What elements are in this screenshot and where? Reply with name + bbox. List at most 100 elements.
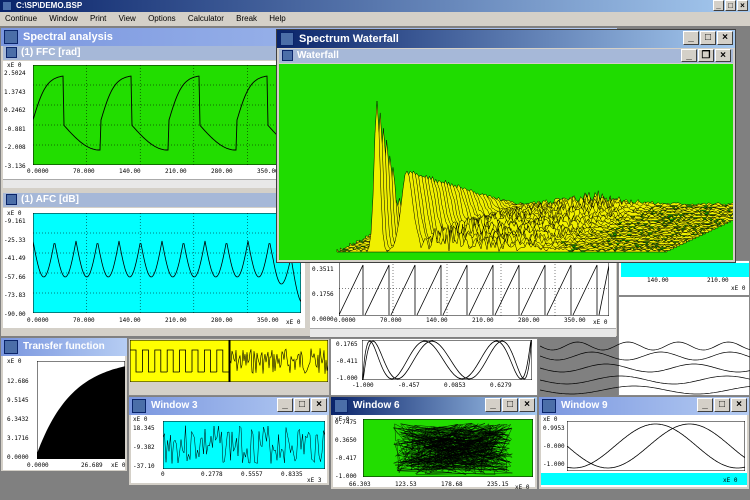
- saw-ytick: 0.1756: [312, 291, 334, 298]
- window-3-xtick: 0.5557: [241, 471, 263, 478]
- window-6-xtick: 235.15: [487, 481, 509, 488]
- saw-ytick: 0.0000: [312, 316, 334, 323]
- transfer-function-window: Transfer function xE 0 12.686 9.5145 6.343…: [0, 337, 128, 472]
- menu-bar: Continue Window Print View Options Calcu…: [0, 12, 750, 26]
- subwindow-icon: [6, 47, 17, 58]
- close-button[interactable]: ×: [715, 49, 731, 62]
- close-button[interactable]: ×: [519, 398, 535, 412]
- sine-stack-plot: [540, 341, 750, 395]
- window-3: Window 3 _ □ × xE 0 18.345 -9.382 -37.10 0…: [128, 396, 330, 486]
- close-button[interactable]: ×: [731, 398, 747, 412]
- window-9-title-bar[interactable]: Window 9 _ □ ×: [539, 397, 749, 415]
- menu-print[interactable]: Print: [85, 12, 111, 26]
- lissajous-ytick: -1.000: [336, 375, 358, 382]
- ffc-subwindow-title[interactable]: (1) FFC [rad]: [3, 46, 303, 60]
- window-6-plot: [363, 419, 533, 477]
- window-9: Window 9 _ □ × xE 0 0.9953 -0.000 -1.000 x…: [538, 396, 750, 490]
- window-icon: [334, 399, 348, 413]
- menu-break[interactable]: Break: [231, 12, 262, 26]
- minimize-button[interactable]: _: [277, 398, 293, 412]
- ffc-xtick: 0.0000: [27, 168, 49, 175]
- afc-exp: xE 0: [7, 210, 22, 217]
- app-title: C:\SP\DEMO.BSP: [16, 1, 83, 10]
- window-3-title: Window 3: [151, 400, 198, 411]
- saw-xtick: 350.00: [564, 317, 586, 324]
- window-9-exp: xE 0: [543, 416, 558, 423]
- ffc-scrollbar[interactable]: [3, 179, 303, 188]
- transfer-ytick: 9.5145: [7, 397, 29, 404]
- maximize-button[interactable]: □: [725, 0, 736, 11]
- afc-ytick: -90.00: [4, 310, 26, 318]
- spectrum-waterfall-window: Spectrum Waterfall _ □ × Waterfall _ ❐ ×: [276, 29, 736, 263]
- window-6-ytick: 0.3650: [335, 437, 357, 444]
- window-3-ytick: -9.382: [133, 444, 155, 451]
- right-top-xtick: 140.00: [647, 277, 669, 284]
- yellow-plot: [130, 340, 328, 382]
- window-icon: [4, 30, 18, 44]
- close-button[interactable]: ×: [737, 0, 748, 11]
- waterfall-subwindow-title[interactable]: Waterfall _ ❐ ×: [279, 49, 733, 63]
- lissajous-xtick: -0.457: [398, 382, 420, 389]
- ffc-xtick: 210.00: [165, 168, 187, 175]
- maximize-button[interactable]: □: [294, 398, 310, 412]
- window-9-title: Window 9: [561, 400, 608, 411]
- maximize-button[interactable]: □: [714, 398, 730, 412]
- ffc-plot: [33, 65, 301, 165]
- right-top-plot: 140.00 210.00 xE 0: [618, 260, 750, 296]
- window-9-ytick: -1.000: [543, 461, 565, 468]
- window-6-ytick: -0.417: [335, 455, 357, 462]
- restore-button[interactable]: ❐: [698, 49, 714, 62]
- ffc-ytick: 1.3743: [4, 88, 26, 96]
- minimize-button[interactable]: _: [713, 0, 724, 11]
- lissajous-ytick: -0.411: [336, 358, 358, 365]
- saw-ytick: 0.3511: [312, 266, 334, 273]
- transfer-function-title-bar[interactable]: Transfer function: [1, 338, 127, 356]
- menu-view[interactable]: View: [114, 12, 141, 26]
- minimize-button[interactable]: _: [683, 31, 699, 45]
- afc-ytick: -73.83: [4, 292, 26, 299]
- ffc-ytick: -2.008: [4, 144, 26, 151]
- minimize-button[interactable]: _: [485, 398, 501, 412]
- ffc-ytick: -0.881: [4, 125, 26, 133]
- afc-xtick: 0.0000: [27, 317, 49, 324]
- transfer-ytick: 12.686: [7, 378, 29, 385]
- window-6-ytick: -1.000: [335, 473, 357, 480]
- minimize-button[interactable]: _: [681, 49, 697, 62]
- afc-ytick: -9.161: [4, 218, 26, 225]
- window-9-plot: [567, 421, 745, 471]
- menu-help[interactable]: Help: [264, 12, 290, 26]
- ffc-ytick: -3.136: [4, 162, 26, 170]
- afc-xtick: 350.00: [257, 317, 279, 324]
- window-9-x-exp: xE 0: [723, 477, 738, 484]
- ffc-xtick: 280.00: [211, 168, 233, 175]
- menu-calculator[interactable]: Calculator: [183, 12, 229, 26]
- window-3-title-bar[interactable]: Window 3 _ □ ×: [129, 397, 329, 415]
- afc-ytick: -41.49: [4, 255, 26, 262]
- menu-window[interactable]: Window: [44, 12, 82, 26]
- transfer-plot: [37, 361, 125, 459]
- afc-plot: [33, 213, 301, 313]
- ffc-title: (1) FFC [rad]: [21, 47, 81, 58]
- afc-x-exp: xE 0: [286, 319, 301, 326]
- spectral-scrollbar[interactable]: [310, 328, 616, 337]
- afc-xtick: 210.00: [165, 317, 187, 324]
- waterfall-plot: [279, 64, 733, 260]
- maximize-button[interactable]: □: [700, 31, 716, 45]
- window-6-xtick: 66.303: [349, 481, 371, 488]
- close-button[interactable]: ×: [311, 398, 327, 412]
- lissajous-xtick: -1.000: [352, 382, 374, 389]
- window-icon: [542, 399, 556, 413]
- window-6-title: Window 6: [353, 400, 400, 411]
- close-button[interactable]: ×: [717, 31, 733, 45]
- window-6-x-exp: xE 0: [515, 484, 530, 491]
- afc-subwindow-title[interactable]: (1) AFC [dB]: [3, 193, 303, 207]
- menu-options[interactable]: Options: [143, 12, 181, 26]
- minimize-button[interactable]: _: [697, 398, 713, 412]
- menu-continue[interactable]: Continue: [0, 12, 42, 26]
- window-3-exp: xE 0: [133, 416, 148, 423]
- spectrum-waterfall-title-bar[interactable]: Spectrum Waterfall _ □ ×: [277, 30, 735, 48]
- maximize-button[interactable]: □: [502, 398, 518, 412]
- subwindow-icon: [6, 194, 17, 205]
- transfer-ytick: 0.0000: [7, 454, 29, 461]
- window-6-title-bar[interactable]: Window 6 _ □ ×: [331, 397, 537, 415]
